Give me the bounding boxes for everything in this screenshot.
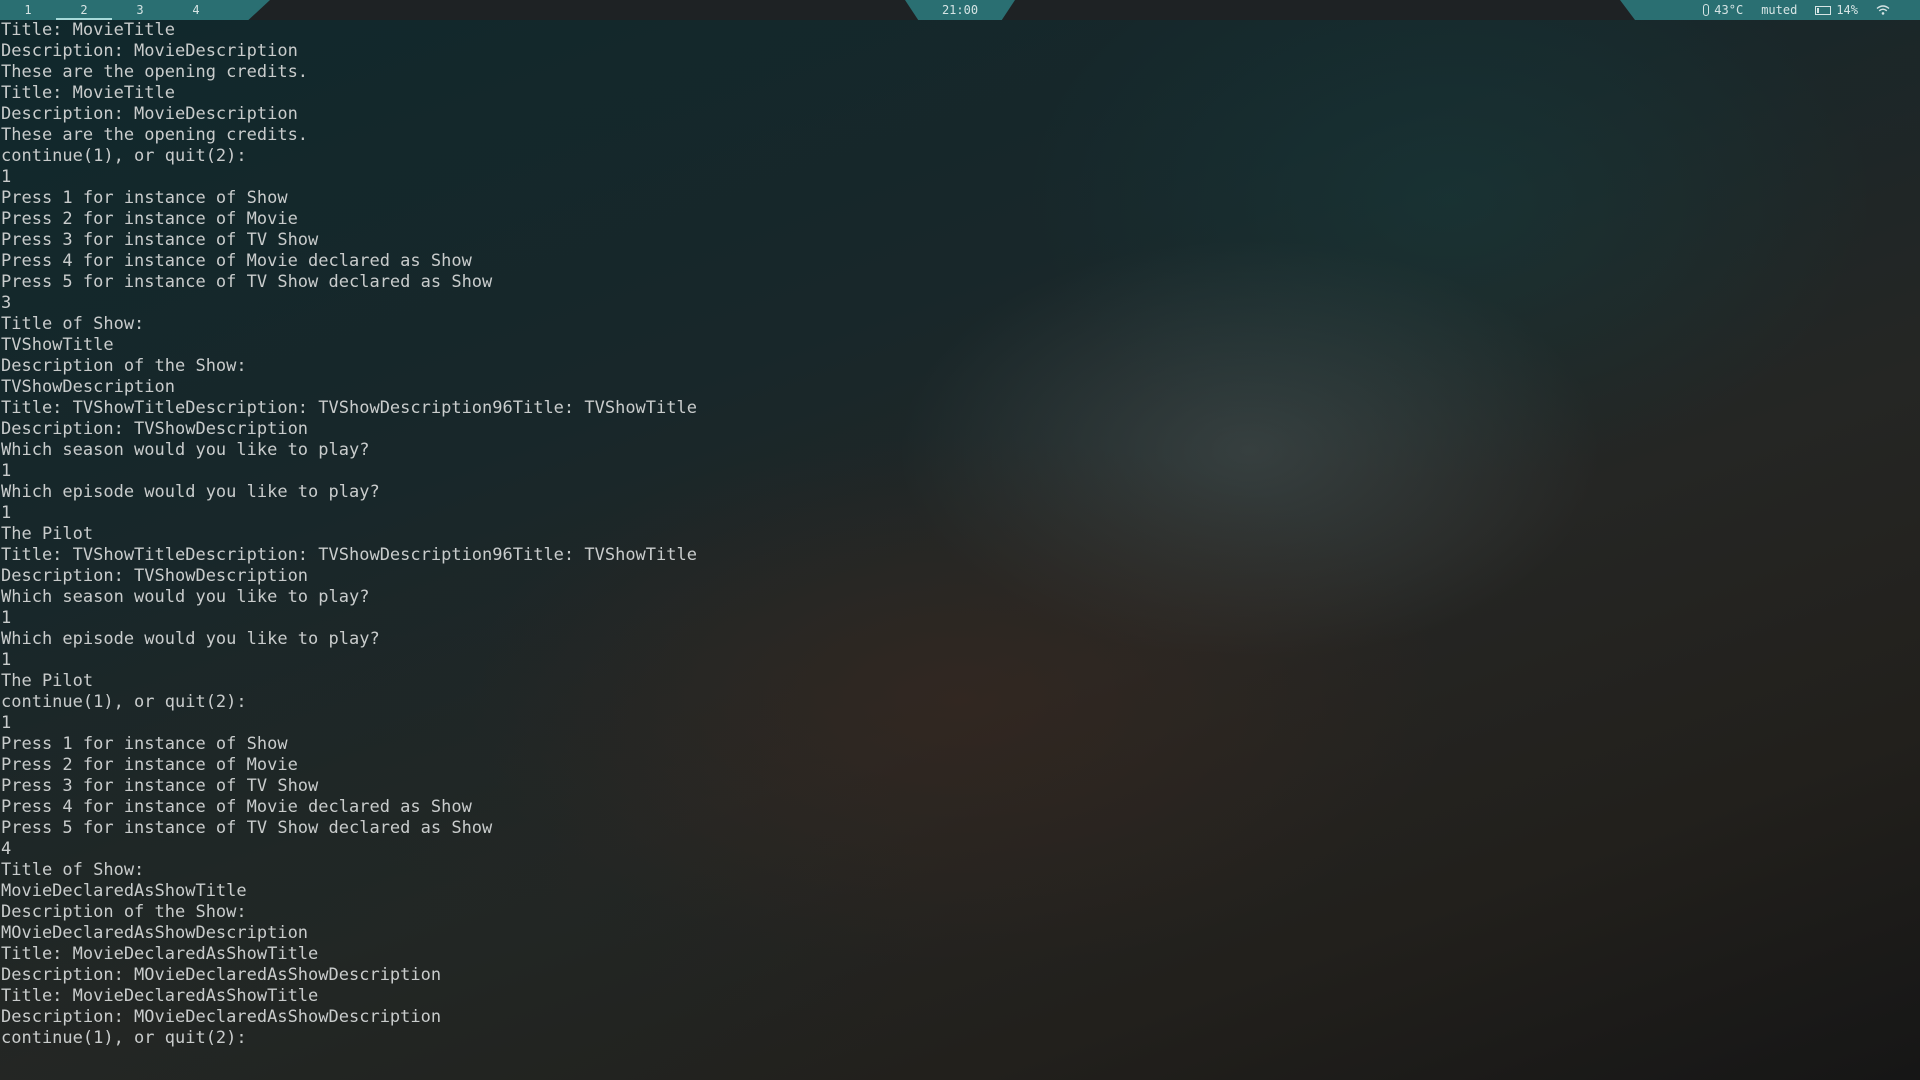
terminal-line: Description of the Show: [1,356,247,376]
terminal-line: Description: MovieDescription [1,104,298,124]
temperature-value: 43°C [1714,3,1744,17]
terminal-output[interactable]: Title: MovieTitle Description: MovieDescr… [1,20,1401,1049]
terminal-line: Press 1 for instance of Show [1,734,288,754]
terminal-line: Press 3 for instance of TV Show [1,230,319,250]
volume-value: muted [1761,3,1798,17]
terminal-line: 1 [1,608,12,628]
top-status-bar: 1 2 3 4 21:00 43°C muted 14% [0,0,1920,20]
workspace-3-button[interactable]: 3 [112,0,168,20]
terminal-line: Description: TVShowDescription [1,566,309,586]
terminal-line: continue(1), or quit(2): [1,692,247,712]
terminal-line: Press 4 for instance of Movie declared a… [1,251,472,271]
terminal-line: 4 [1,839,12,859]
terminal-line: Description: TVShowDescription [1,419,309,439]
terminal-line: 1 [1,167,12,187]
terminal-line: Title: TVShowTitleDescription: TVShowDes… [1,545,697,565]
terminal-line: MOvieDeclaredAsShowDescription [1,923,309,943]
terminal-line: Title of Show: [1,860,145,880]
terminal-line: The Pilot [1,524,94,544]
terminal-line: Press 5 for instance of TV Show declared… [1,818,493,838]
terminal-line: Title: MovieDeclaredAsShowTitle [1,944,319,964]
volume-indicator[interactable]: muted [1761,0,1797,20]
terminal-line: Press 2 for instance of Movie [1,209,298,229]
terminal-line: Title: MovieTitle [1,83,175,103]
wifi-icon[interactable] [1876,5,1890,15]
terminal-line: 1 [1,461,12,481]
terminal-line: 3 [1,293,12,313]
terminal-line: Which season would you like to play? [1,440,370,460]
terminal-line: Press 4 for instance of Movie declared a… [1,797,472,817]
terminal-line: Title: MovieTitle [1,20,175,40]
terminal-line: Description: MOvieDeclaredAsShowDescript… [1,965,442,985]
terminal-line: Description of the Show: [1,902,247,922]
terminal-line: Which episode would you like to play? [1,482,380,502]
terminal-line: Which episode would you like to play? [1,629,380,649]
terminal-line: Title of Show: [1,314,145,334]
terminal-line: Description: MovieDescription [1,41,298,61]
terminal-line: Description: MOvieDeclaredAsShowDescript… [1,1007,442,1027]
terminal-line: Press 1 for instance of Show [1,188,288,208]
terminal-line: TVShowTitle [1,335,114,355]
terminal-line: 1 [1,650,12,670]
terminal-line: MovieDeclaredAsShowTitle [1,881,247,901]
thermometer-icon [1703,4,1710,16]
workspace-2-button[interactable]: 2 [56,0,112,20]
desktop-wallpaper: 1 2 3 4 21:00 43°C muted 14% Title: Movi… [0,0,1920,1080]
workspace-4-button[interactable]: 4 [168,0,224,20]
temperature-indicator: 43°C [1703,0,1743,20]
workspace-switcher: 1 2 3 4 [0,0,270,20]
terminal-line: These are the opening credits. [1,62,309,82]
terminal-line: Press 5 for instance of TV Show declared… [1,272,493,292]
terminal-line: Press 3 for instance of TV Show [1,776,319,796]
terminal-line: Title: MovieDeclaredAsShowTitle [1,986,319,1006]
terminal-line: 1 [1,503,12,523]
terminal-line: 1 [1,713,12,733]
battery-value: 14% [1836,3,1858,17]
terminal-line: continue(1), or quit(2): [1,146,247,166]
terminal-line: Which season would you like to play? [1,587,370,607]
workspace-1-button[interactable]: 1 [0,0,56,20]
clock: 21:00 [905,0,1015,20]
terminal-line: These are the opening credits. [1,125,309,145]
terminal-line: continue(1), or quit(2): [1,1028,247,1048]
terminal-line: The Pilot [1,671,94,691]
battery-icon [1815,5,1832,15]
terminal-line: TVShowDescription [1,377,175,397]
terminal-line: Title: TVShowTitleDescription: TVShowDes… [1,398,697,418]
battery-indicator: 14% [1815,0,1858,20]
status-tray: 43°C muted 14% [1620,0,1920,20]
terminal-line: Press 2 for instance of Movie [1,755,298,775]
